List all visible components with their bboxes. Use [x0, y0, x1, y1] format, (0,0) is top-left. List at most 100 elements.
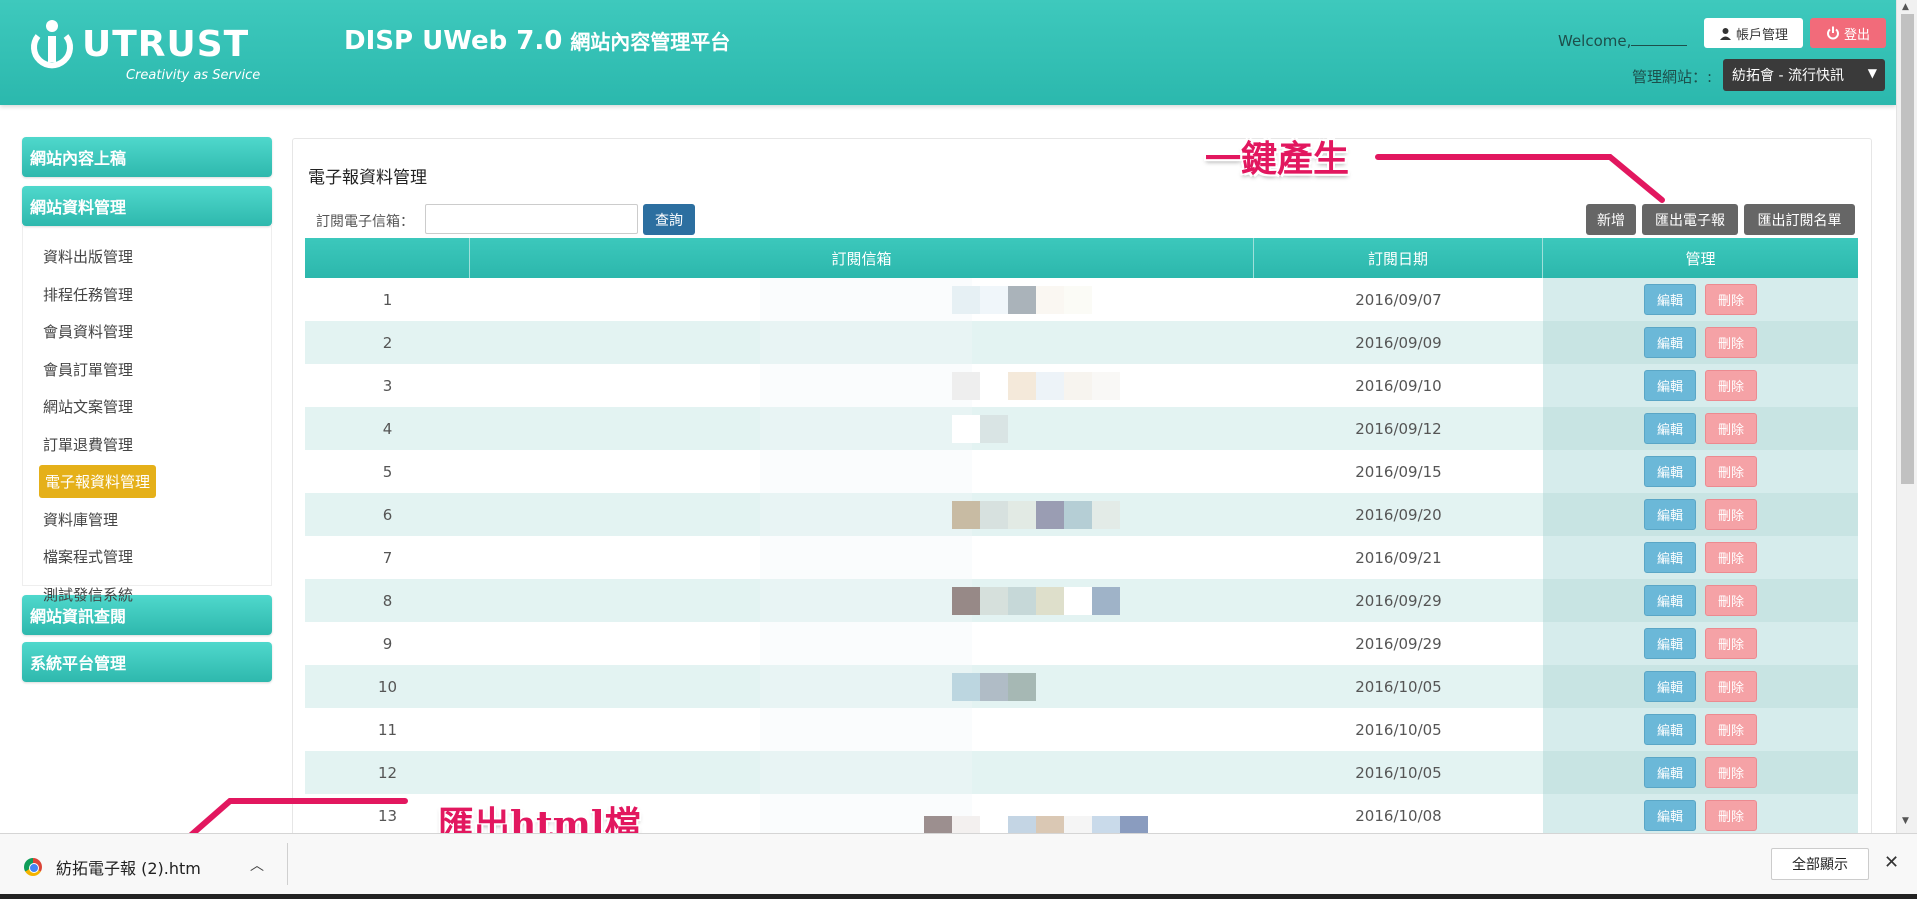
show-all-downloads-button[interactable]: 全部顯示	[1771, 848, 1869, 880]
redaction-pixel	[1064, 587, 1092, 615]
logout-button-label: 登出	[1843, 27, 1870, 43]
row-email-redacted	[470, 708, 1254, 751]
edit-button[interactable]: 編輯	[1644, 585, 1696, 616]
delete-button[interactable]: 刪除	[1705, 628, 1757, 659]
scroll-down-icon[interactable]: ▼	[1902, 816, 1909, 826]
redaction-pixel	[952, 501, 980, 529]
row-email-redacted	[470, 751, 1254, 794]
vertical-scrollbar[interactable]: ▲ ▼	[1896, 0, 1917, 833]
delete-button[interactable]: 刪除	[1705, 456, 1757, 487]
row-actions: 編輯 刪除	[1543, 407, 1858, 450]
sidebar-item-label: 資料出版管理	[43, 248, 134, 267]
row-index: 8	[382, 591, 393, 610]
sidebar-item-label: 電子報資料管理	[39, 465, 157, 499]
row-email-redacted	[470, 278, 1254, 321]
delete-button[interactable]: 刪除	[1705, 542, 1757, 573]
email-redaction-blur	[760, 665, 972, 708]
delete-button[interactable]: 刪除	[1705, 671, 1757, 702]
sidebar-section-system[interactable]: 系統平台管理	[22, 642, 272, 682]
edit-button[interactable]: 編輯	[1644, 370, 1696, 401]
sidebar-item-database[interactable]: 資料庫管理	[23, 501, 271, 539]
sidebar-item-label: 資料庫管理	[43, 510, 119, 529]
page-title: 電子報資料管理	[308, 168, 427, 188]
delete-button[interactable]: 刪除	[1705, 370, 1757, 401]
row-actions: 編輯 刪除	[1543, 665, 1858, 708]
account-button[interactable]: 帳戶管理	[1704, 18, 1803, 48]
sidebar-item-members[interactable]: 會員資料管理	[23, 313, 271, 351]
column-header-manage: 管理	[1685, 249, 1716, 268]
annotation-one-click: 一鍵產生	[1205, 138, 1350, 180]
query-button[interactable]: 查詢	[643, 204, 695, 235]
email-redaction-blur	[760, 364, 972, 407]
column-header-date: 訂閱日期	[1254, 238, 1543, 278]
logout-button[interactable]: 登出	[1810, 18, 1886, 48]
table-row: 8 2016/09/29 編輯 刪除	[305, 579, 1858, 622]
edit-button[interactable]: 編輯	[1644, 800, 1696, 831]
download-item[interactable]: 紡拓電子報 (2).htm	[24, 855, 201, 879]
edit-button[interactable]: 編輯	[1644, 671, 1696, 702]
welcome-username-redacted	[1631, 32, 1688, 46]
row-date: 2016/09/29	[1355, 591, 1442, 610]
sidebar-section-content-upload[interactable]: 網站內容上稿	[22, 137, 272, 177]
edit-button[interactable]: 編輯	[1644, 327, 1696, 358]
sidebar-submenu: 資料出版管理 排程任務管理 會員資料管理 會員訂單管理 網站文案管理 訂單退費管…	[22, 224, 272, 604]
email-redaction-blur	[760, 407, 972, 450]
utrust-logo[interactable]: UTRUST Creativity as Service	[28, 16, 260, 86]
row-actions: 編輯 刪除	[1543, 493, 1858, 536]
sidebar-item-files[interactable]: 檔案程式管理	[23, 538, 271, 576]
delete-button[interactable]: 刪除	[1705, 413, 1757, 444]
user-icon	[1719, 27, 1731, 40]
edit-button[interactable]: 編輯	[1644, 714, 1696, 745]
table-row: 2 2016/09/09 編輯 刪除	[305, 321, 1858, 364]
edit-button[interactable]: 編輯	[1644, 628, 1696, 659]
add-button[interactable]: 新增	[1586, 204, 1636, 235]
edit-button[interactable]: 編輯	[1644, 757, 1696, 788]
sidebar-section-data-management[interactable]: 網站資料管理	[22, 186, 272, 226]
export-subscriber-list-button[interactable]: 匯出訂閱名單	[1744, 204, 1855, 235]
site-select[interactable]: 紡拓會 - 流行快訊 ▼	[1723, 59, 1885, 91]
row-actions: 編輯 刪除	[1543, 278, 1858, 321]
top-header: UTRUST Creativity as Service DISP UWeb 7…	[0, 0, 1896, 105]
sidebar-item-schedule[interactable]: 排程任務管理	[23, 276, 271, 314]
redaction-pixel	[1036, 587, 1064, 615]
edit-button[interactable]: 編輯	[1644, 284, 1696, 315]
edit-button[interactable]: 編輯	[1644, 542, 1696, 573]
delete-button[interactable]: 刪除	[1705, 757, 1757, 788]
edit-button[interactable]: 編輯	[1644, 499, 1696, 530]
export-newsletter-button[interactable]: 匯出電子報	[1642, 204, 1738, 235]
edit-button[interactable]: 編輯	[1644, 413, 1696, 444]
redaction-pixel	[1092, 372, 1120, 400]
row-index: 2	[382, 333, 393, 352]
delete-button[interactable]: 刪除	[1705, 585, 1757, 616]
row-email-redacted	[470, 622, 1254, 665]
sidebar-item-refunds[interactable]: 訂單退費管理	[23, 426, 271, 464]
redaction-pixel	[1008, 286, 1036, 314]
redaction-pixel	[1036, 501, 1064, 529]
scroll-up-icon[interactable]: ▲	[1902, 2, 1909, 12]
row-email-redacted	[470, 579, 1254, 622]
delete-button[interactable]: 刪除	[1705, 714, 1757, 745]
row-email-redacted	[470, 364, 1254, 407]
redaction-pixel	[1092, 587, 1120, 615]
delete-button[interactable]: 刪除	[1705, 800, 1757, 831]
window-bottom-edge	[0, 894, 1917, 899]
email-redaction-blur	[760, 536, 972, 579]
sidebar-item-copywriting[interactable]: 網站文案管理	[23, 388, 271, 426]
delete-button[interactable]: 刪除	[1705, 499, 1757, 530]
delete-button[interactable]: 刪除	[1705, 327, 1757, 358]
table-row: 5 2016/09/15 編輯 刪除	[305, 450, 1858, 493]
chevron-up-icon[interactable]: ︿	[250, 855, 264, 875]
app-subtitle: 網站內容管理平台	[570, 30, 731, 54]
row-actions: 編輯 刪除	[1543, 536, 1858, 579]
close-icon[interactable]: ✕	[1884, 852, 1899, 873]
table-row: 4 2016/09/12 編輯 刪除	[305, 407, 1858, 450]
edit-button[interactable]: 編輯	[1644, 456, 1696, 487]
sidebar-item-newsletter[interactable]: 電子報資料管理	[23, 463, 271, 501]
scroll-thumb[interactable]	[1901, 14, 1914, 484]
row-email-redacted	[470, 493, 1254, 536]
sidebar-item-orders[interactable]: 會員訂單管理	[23, 351, 271, 389]
email-search-input[interactable]	[425, 204, 638, 234]
sidebar-item-publish[interactable]: 資料出版管理	[23, 238, 271, 276]
delete-button[interactable]: 刪除	[1705, 284, 1757, 315]
redaction-pixel	[980, 286, 1008, 314]
